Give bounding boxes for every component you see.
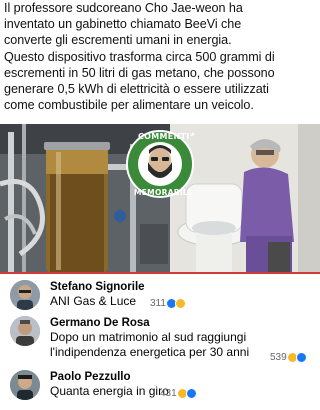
comment-author[interactable]: Paolo Pezzullo <box>50 370 169 384</box>
haha-icon <box>174 298 186 309</box>
comment-body: Paolo Pezzullo Quanta energia in giro <box>50 370 169 399</box>
like-icon <box>185 388 197 399</box>
comment-text: Quanta energia in giro <box>50 384 169 398</box>
post-caption: Il professore sudcoreano Cho Jae-weon ha… <box>4 0 318 125</box>
commenti-memorabili-logo: COMMENTI MEMORABILI <box>124 124 196 208</box>
avatar[interactable] <box>10 280 40 310</box>
caption-line: escrementi in 50 litri di gas metano, ch… <box>4 65 275 80</box>
badge-bottom-text: MEMORABILI <box>134 188 192 197</box>
caption-line: converte gli escrementi umani in energia… <box>4 33 232 48</box>
caption-line: inventato un gabinetto chiamato BeeVi ch… <box>4 17 242 32</box>
avatar[interactable] <box>10 370 40 400</box>
comment-body: Stefano Signorile ANI Gas & Luce <box>50 280 145 309</box>
comment-body: Germano De Rosa Dopo un matrimonio al su… <box>50 316 249 360</box>
reaction-summary[interactable]: 431 <box>160 388 197 399</box>
reaction-count: 311 <box>150 298 166 309</box>
comment-text: l'indipendenza energetica per 30 anni <box>50 345 250 359</box>
reaction-count: 431 <box>160 388 177 399</box>
comments-section: Stefano Signorile ANI Gas & Luce 311 Ger… <box>0 272 320 410</box>
avatar[interactable] <box>10 316 40 346</box>
comment-author[interactable]: Germano De Rosa <box>50 316 249 330</box>
caption-line: come combustibile per alimentare un veic… <box>4 98 254 113</box>
badge-top-text: COMMENTI <box>138 132 190 141</box>
caption-line: Il professore sudcoreano Cho Jae-weon ha <box>4 1 243 15</box>
caption-line: Questo dispositivo trasforma circa 500 g… <box>4 49 275 64</box>
comment-author[interactable]: Stefano Signorile <box>50 280 145 294</box>
like-icon <box>295 352 307 363</box>
caption-line: generare 0,5 kWh di elettricità o essere… <box>4 82 269 97</box>
reaction-summary[interactable]: 539 <box>270 352 307 363</box>
comment-text: ANI Gas & Luce <box>50 294 137 308</box>
comment-text: Dopo un matrimonio al sud raggiungi <box>50 330 247 344</box>
reaction-summary[interactable]: 311 <box>150 298 186 309</box>
reaction-count: 539 <box>270 352 287 363</box>
